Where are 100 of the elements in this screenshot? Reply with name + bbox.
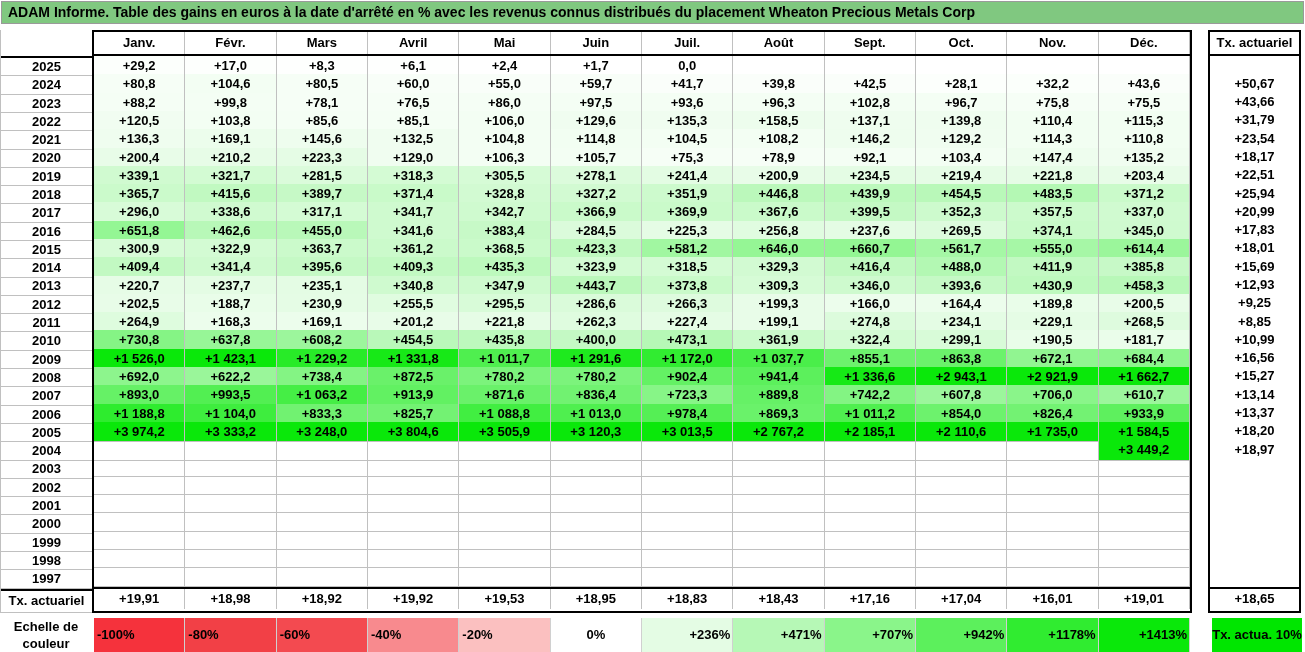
table-cell-text: +10,99 [1233, 330, 1276, 349]
row-header: 2012 [1, 295, 92, 315]
table-cell: +399,5 [824, 202, 916, 223]
table-cell-text: +18,97 [1233, 440, 1276, 459]
table-cell: +227,4 [642, 312, 734, 333]
table-cell: +352,3 [916, 202, 1008, 223]
column-header: Oct. [916, 32, 1008, 54]
table-cell: +435,3 [459, 257, 551, 278]
table-cell-text: +18,01 [1233, 239, 1276, 258]
table-cell: +637,8 [185, 330, 277, 351]
table-cell: +104,5 [642, 129, 734, 150]
table-cell: +1 735,0 [1007, 421, 1099, 443]
scale-label: Echelle de couleur [12, 617, 80, 652]
table-cell: +136,3 [94, 129, 186, 150]
row-header: 2003 [1, 460, 92, 479]
table-cell: +1 063,2 [276, 385, 368, 406]
rate-legend: Tx. actua. 10% [1212, 617, 1302, 652]
table-cell: +730,8 [94, 330, 186, 351]
table-cell: +607,8 [916, 385, 1008, 406]
table-cell: +337,0 [1098, 202, 1190, 223]
row-header: 2016 [1, 222, 92, 241]
table-cell: +201,2 [368, 312, 460, 333]
table-cell: +446,8 [733, 184, 825, 205]
table-cell: +17,16 [824, 588, 916, 609]
row-header: 2001 [1, 497, 92, 516]
table-cell-text: +9,25 [1237, 294, 1272, 313]
table-cell: +328,8 [459, 184, 551, 205]
column-header: Déc. [1098, 32, 1190, 54]
table-cell: +351,9 [642, 184, 734, 205]
table-cell: +342,7 [459, 202, 551, 223]
table-cell: +41,7 [642, 74, 734, 95]
table-cell: +473,1 [642, 330, 734, 351]
table-cell: +395,6 [276, 257, 368, 278]
table-cell: +3 974,2 [94, 421, 186, 443]
row-header: Tx. actuariel [1, 588, 92, 613]
table-cell-text: +31,79 [1233, 111, 1276, 130]
row-header: 2022 [1, 112, 92, 132]
color-scale-swatch: +707% [824, 617, 916, 652]
table-cell: +114,8 [550, 129, 642, 150]
table-cell-text: +13,37 [1233, 404, 1276, 422]
table-cell: +742,2 [824, 385, 916, 406]
table-cell: +3 449,2 [1098, 440, 1190, 461]
table-cell: +608,2 [276, 330, 368, 351]
table-cell: +3 013,5 [642, 421, 734, 443]
table-cell: +80,8 [94, 74, 186, 95]
table-cell-text: +12,93 [1233, 276, 1276, 294]
table-cell-text: +18,20 [1233, 422, 1276, 441]
table-cell-text: +25,94 [1233, 184, 1276, 203]
table-cell: +108,2 [733, 129, 825, 150]
table-cell: +318,5 [642, 257, 734, 278]
row-header: 1997 [1, 570, 92, 589]
table-cell: +610,7 [1098, 385, 1190, 406]
table-cell: +3 804,6 [368, 421, 460, 443]
table-cell: +322,4 [824, 330, 916, 351]
table-cell: +409,4 [94, 257, 186, 278]
table-cell: +780,2 [459, 367, 551, 388]
color-scale-swatch: +471% [733, 617, 825, 652]
table-cell: +483,5 [1007, 184, 1099, 205]
row-header: 2019 [1, 167, 92, 187]
color-scale-swatch: -80% [185, 617, 277, 652]
table-cell: +723,3 [642, 385, 734, 406]
table-cell: +385,8 [1098, 257, 1190, 278]
row-header: 2020 [1, 149, 92, 168]
table-cell-text: +43,66 [1233, 93, 1276, 111]
table-cell: +42,5 [824, 74, 916, 95]
table-cell: +55,0 [459, 74, 551, 95]
column-header: Juin [550, 32, 642, 54]
table-cell: +132,5 [368, 129, 460, 150]
table-cell: +941,4 [733, 367, 825, 388]
color-scale-swatch: -20% [459, 617, 551, 652]
row-header: 2005 [1, 423, 92, 443]
table-cell: +692,0 [94, 367, 186, 388]
table-cell: +3 333,2 [185, 421, 277, 443]
row-header: 2023 [1, 94, 92, 113]
table-cell-text: +13,14 [1233, 385, 1276, 404]
column-header: Avril [368, 32, 460, 54]
table-cell-text: +17,83 [1233, 221, 1276, 239]
table-cell: +338,6 [185, 202, 277, 223]
table-cell: +19,91 [94, 588, 186, 609]
table-cell: +110,8 [1098, 129, 1190, 150]
table-cell: +454,5 [916, 184, 1008, 205]
table-cell: +199,1 [733, 312, 825, 333]
table-cell: +168,3 [185, 312, 277, 333]
table-cell: +80,5 [276, 74, 368, 95]
table-cell: +19,92 [368, 588, 460, 609]
row-header: 2011 [1, 314, 92, 333]
table-cell: +369,9 [642, 202, 734, 223]
color-scale-swatch: +236% [642, 617, 734, 652]
table-cell: +19,53 [459, 588, 551, 609]
color-scale-swatch: -60% [276, 617, 368, 652]
table-cell-text: +23,54 [1233, 129, 1276, 148]
table-cell-text: +15,27 [1233, 367, 1276, 386]
table-cell: +323,9 [550, 257, 642, 278]
table-cell: +60,0 [368, 74, 460, 95]
row-header: 2014 [1, 259, 92, 278]
table-title: ADAM Informe. Table des gains en euros à la date d'arrêté en % avec les revenus connus distribués du placement Wheaton Precious Metals Corp [1, 1, 1304, 24]
column-header: Août [733, 32, 825, 54]
table-cell: +2 943,1 [916, 367, 1008, 388]
table-cell: +341,4 [185, 257, 277, 278]
color-scale-swatch: -100% [94, 617, 186, 652]
